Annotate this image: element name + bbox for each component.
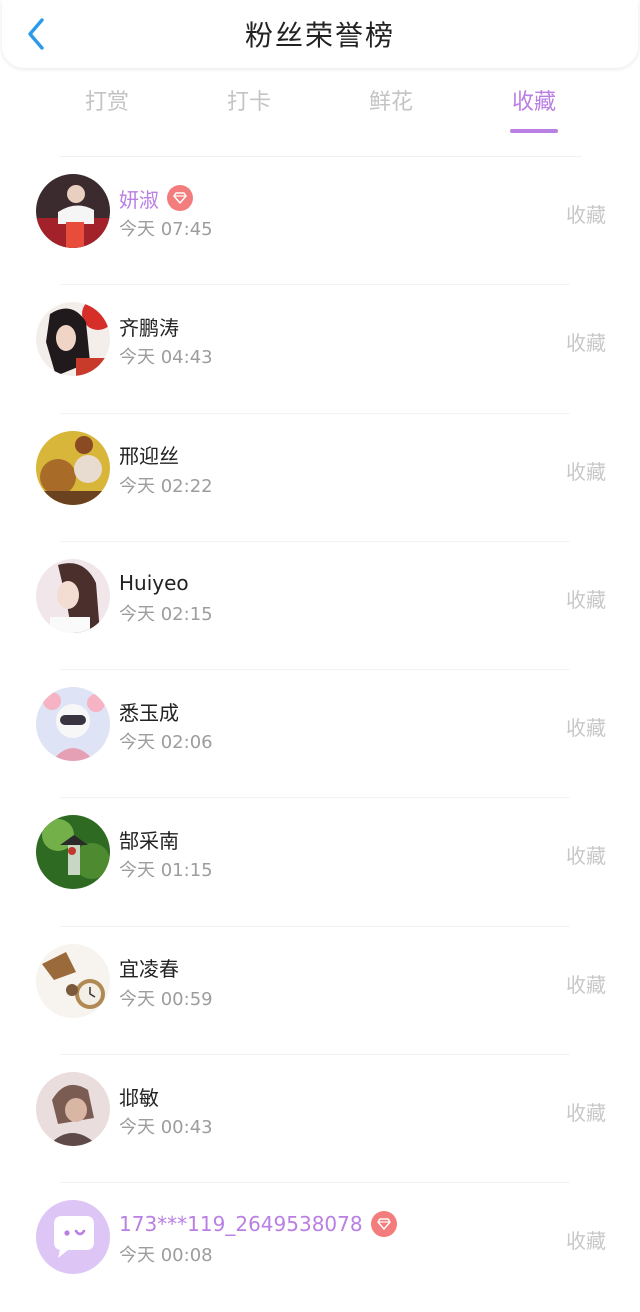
action-label: 收藏 <box>566 716 606 741</box>
favorite-time: 今天 02:22 <box>119 475 213 497</box>
fan-list: 妍淑 今天 07:45 收藏 齐鹏涛 今天 04:43 收藏 邢迎丝 今天 02… <box>0 157 640 1312</box>
fan-name[interactable]: 邶敏 <box>119 1082 159 1111</box>
favorite-time: 今天 02:15 <box>119 603 213 625</box>
avatar[interactable] <box>36 687 110 762</box>
favorite-time: 今天 00:43 <box>119 1117 213 1139</box>
vip-badge-icon <box>370 1211 397 1238</box>
avatar[interactable] <box>36 430 110 505</box>
fan-name[interactable]: 悉玉成 <box>119 697 179 726</box>
favorite-time: 今天 00:08 <box>119 1245 213 1267</box>
tab-checkin[interactable]: 打卡 <box>178 84 320 134</box>
fan-name[interactable]: Huiyeo <box>119 571 189 595</box>
vip-badge-icon <box>167 185 193 211</box>
avatar[interactable] <box>36 815 110 890</box>
list-item[interactable]: 173***119_2649538078 今天 00:08 收藏 <box>0 1183 640 1311</box>
action-label: 收藏 <box>566 844 606 869</box>
favorite-time: 今天 04:43 <box>119 347 213 369</box>
fan-name[interactable]: 郜采南 <box>119 825 179 854</box>
fan-name[interactable]: 妍淑 <box>119 184 159 213</box>
tab-reward[interactable]: 打赏 <box>36 84 178 134</box>
action-label: 收藏 <box>566 331 606 356</box>
list-item[interactable]: Huiyeo 今天 02:15 收藏 <box>0 542 640 671</box>
avatar-image <box>36 1072 110 1147</box>
list-item[interactable]: 宜凌春 今天 00:59 收藏 <box>0 927 640 1056</box>
tab-flowers[interactable]: 鲜花 <box>320 84 462 134</box>
favorite-time: 今天 01:15 <box>119 860 213 882</box>
avatar[interactable] <box>36 174 110 248</box>
tab-bar: 打赏 打卡 鲜花 收藏 <box>36 84 606 138</box>
tab-label: 打赏 <box>84 90 129 115</box>
favorite-time: 今天 07:45 <box>119 219 213 240</box>
tab-label: 打卡 <box>226 90 271 115</box>
fan-name[interactable]: 173***119_2649538078 <box>119 1212 363 1236</box>
avatar-image <box>36 558 110 633</box>
action-label: 收藏 <box>566 1101 606 1126</box>
list-item[interactable]: 邢迎丝 今天 02:22 收藏 <box>0 414 640 542</box>
list-item[interactable]: 邶敏 今天 00:43 收藏 <box>0 1055 640 1184</box>
page-title: 粉丝荣誉榜 <box>244 19 395 52</box>
avatar[interactable] <box>36 1072 110 1147</box>
avatar[interactable] <box>36 943 110 1018</box>
fan-name[interactable]: 邢迎丝 <box>119 440 179 469</box>
avatar[interactable] <box>36 558 110 633</box>
action-label: 收藏 <box>566 1229 606 1254</box>
list-item[interactable]: 妍淑 今天 07:45 收藏 <box>0 157 640 286</box>
action-label: 收藏 <box>566 459 606 484</box>
favorite-time: 今天 02:06 <box>119 732 213 754</box>
tab-label: 鲜花 <box>368 90 413 115</box>
avatar[interactable] <box>36 1200 110 1275</box>
favorite-time: 今天 00:59 <box>119 988 213 1010</box>
tab-label: 收藏 <box>511 90 556 115</box>
fan-name[interactable]: 齐鹏涛 <box>119 312 179 341</box>
list-item[interactable]: 郜采南 今天 01:15 收藏 <box>0 798 640 927</box>
action-label: 收藏 <box>566 587 606 612</box>
chat-bubble-icon <box>36 1200 110 1275</box>
fan-name[interactable]: 宜凌春 <box>119 953 179 982</box>
avatar-image <box>36 302 110 377</box>
tab-favorites[interactable]: 收藏 <box>463 84 605 134</box>
avatar-image <box>36 815 110 890</box>
avatar-image <box>36 174 110 248</box>
avatar-image <box>36 430 110 505</box>
list-item[interactable]: 齐鹏涛 今天 04:43 收藏 <box>0 285 640 414</box>
avatar-image <box>36 943 110 1018</box>
active-tab-indicator <box>510 129 558 133</box>
list-item[interactable]: 悉玉成 今天 02:06 收藏 <box>0 670 640 799</box>
avatar[interactable] <box>36 302 110 377</box>
action-label: 收藏 <box>566 972 606 997</box>
action-label: 收藏 <box>566 203 606 227</box>
top-bar: 粉丝荣誉榜 <box>2 0 638 68</box>
avatar-image <box>36 687 110 762</box>
